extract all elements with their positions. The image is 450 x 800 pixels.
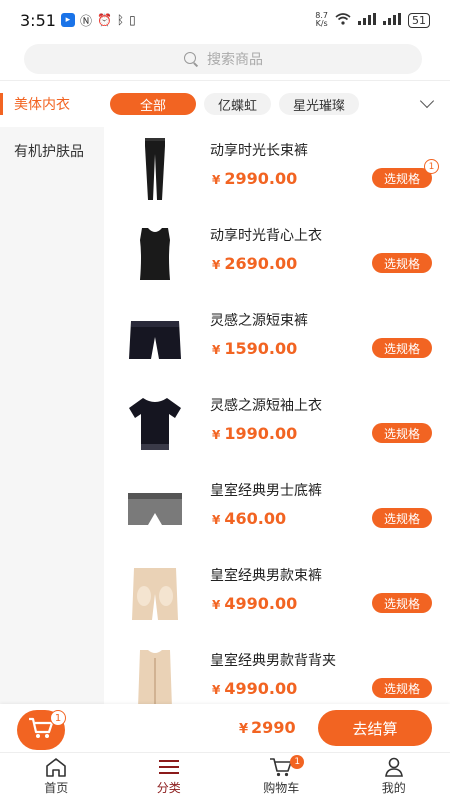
select-spec-button[interactable]: 选规格 xyxy=(372,423,432,443)
product-name: 皇室经典男款束裤 xyxy=(210,568,322,584)
product-price: ¥2990.00 xyxy=(212,169,298,188)
product-price: ¥460.00 xyxy=(212,509,287,528)
chip-xingguang[interactable]: 星光璀璨 xyxy=(279,93,360,115)
tab-cart[interactable]: 购物车 1 xyxy=(225,753,338,800)
brand-filter-bar: 全部 亿蝶虹 星光璀璨 xyxy=(104,81,450,127)
home-icon xyxy=(44,757,68,777)
tab-category[interactable]: 分类 xyxy=(113,753,226,800)
chip-all[interactable]: 全部 xyxy=(110,93,197,115)
briefs-icon xyxy=(124,474,186,544)
tab-home[interactable]: 首页 xyxy=(0,753,113,800)
nfc-icon: Ⓝ xyxy=(79,13,92,28)
app-notification-icon: ▸ xyxy=(60,13,75,27)
list-item[interactable]: 动享时光长束裤 ¥2990.00 选规格 1 xyxy=(104,128,450,213)
chevron-down-icon[interactable] xyxy=(419,93,435,109)
product-price: ¥2690.00 xyxy=(212,254,298,273)
quantity-badge: 1 xyxy=(424,159,439,174)
list-item[interactable]: 皇室经典男士底裤 ¥460.00 选规格 xyxy=(104,468,450,553)
battery-icon: 51 xyxy=(408,12,430,28)
app-root: 3:51 ▸ Ⓝ ⏰ ᛒ ▯ 8.7 K/s 51 搜索商品 美体内衣 有机护肤… xyxy=(0,0,450,800)
cart-tab-badge: 1 xyxy=(290,755,305,769)
cart-count-badge: 1 xyxy=(50,710,66,726)
status-time: 3:51 xyxy=(20,10,56,30)
list-item[interactable]: 灵感之源短束裤 ¥1590.00 选规格 xyxy=(104,298,450,383)
product-price: ¥1590.00 xyxy=(212,339,298,358)
vest-top-icon xyxy=(124,219,186,289)
sidebar-item-organic-skincare[interactable]: 有机护肤品 xyxy=(0,127,104,175)
product-name: 动享时光背心上衣 xyxy=(210,228,322,244)
product-price: ¥4990.00 xyxy=(212,594,298,613)
list-item[interactable]: 动享时光背心上衣 ¥2690.00 选规格 xyxy=(104,213,450,298)
network-speed: 8.7 K/s xyxy=(315,11,328,28)
leggings-icon xyxy=(124,134,186,204)
bottom-nav: 首页 分类 购物车 1 我的 xyxy=(0,752,450,800)
product-list: 动享时光长束裤 ¥2990.00 选规格 1 动享时光背心上衣 ¥2690.00… xyxy=(104,128,450,704)
product-name: 灵感之源短束裤 xyxy=(210,313,308,329)
cart-summary-bar: 1 ¥2990 去结算 xyxy=(0,704,450,752)
vibrate-icon: ▯ xyxy=(129,13,136,27)
category-icon xyxy=(157,757,181,777)
signal-2-icon xyxy=(383,12,401,28)
select-spec-button[interactable]: 选规格 xyxy=(372,338,432,358)
profile-icon xyxy=(382,757,406,777)
chip-yidiehong[interactable]: 亿蝶虹 xyxy=(204,93,272,115)
signal-icon xyxy=(358,12,376,28)
bluetooth-icon: ᛒ xyxy=(116,13,125,27)
product-name: 皇室经典男款背背夹 xyxy=(210,653,336,669)
select-spec-button[interactable]: 选规格 xyxy=(372,593,432,613)
product-name: 皇室经典男士底裤 xyxy=(210,483,322,499)
wifi-icon xyxy=(335,12,351,28)
select-spec-button[interactable]: 选规格 xyxy=(372,253,432,273)
select-spec-button[interactable]: 选规格 xyxy=(372,508,432,528)
select-spec-button[interactable]: 选规格 xyxy=(372,168,432,188)
search-icon xyxy=(183,51,199,67)
search-bar[interactable]: 搜索商品 xyxy=(24,44,422,74)
short-sleeve-top-icon xyxy=(124,389,186,459)
checkout-button[interactable]: 去结算 xyxy=(318,710,432,746)
list-item[interactable]: 皇室经典男款束裤 ¥4990.00 选规格 xyxy=(104,553,450,638)
alarm-icon: ⏰ xyxy=(96,13,112,27)
product-price: ¥1990.00 xyxy=(212,424,298,443)
shorts-icon xyxy=(124,304,186,374)
category-sidebar: 美体内衣 有机护肤品 xyxy=(0,81,104,704)
status-bar: 3:51 ▸ Ⓝ ⏰ ᛒ ▯ 8.7 K/s 51 xyxy=(0,0,450,40)
beige-vest-icon xyxy=(124,644,186,704)
product-name: 动享时光长束裤 xyxy=(210,143,308,159)
list-item[interactable]: 皇室经典男款背背夹 ¥4990.00 选规格 xyxy=(104,638,450,704)
product-price: ¥4990.00 xyxy=(212,679,298,698)
cart-total: ¥2990 xyxy=(239,718,296,737)
search-placeholder: 搜索商品 xyxy=(207,52,263,68)
sidebar-item-body-underwear[interactable]: 美体内衣 xyxy=(0,81,104,127)
select-spec-button[interactable]: 选规格 xyxy=(372,678,432,698)
tab-profile[interactable]: 我的 xyxy=(338,753,450,800)
list-item[interactable]: 灵感之源短袖上衣 ¥1990.00 选规格 xyxy=(104,383,450,468)
product-name: 灵感之源短袖上衣 xyxy=(210,398,322,414)
beige-shorts-icon xyxy=(124,559,186,629)
